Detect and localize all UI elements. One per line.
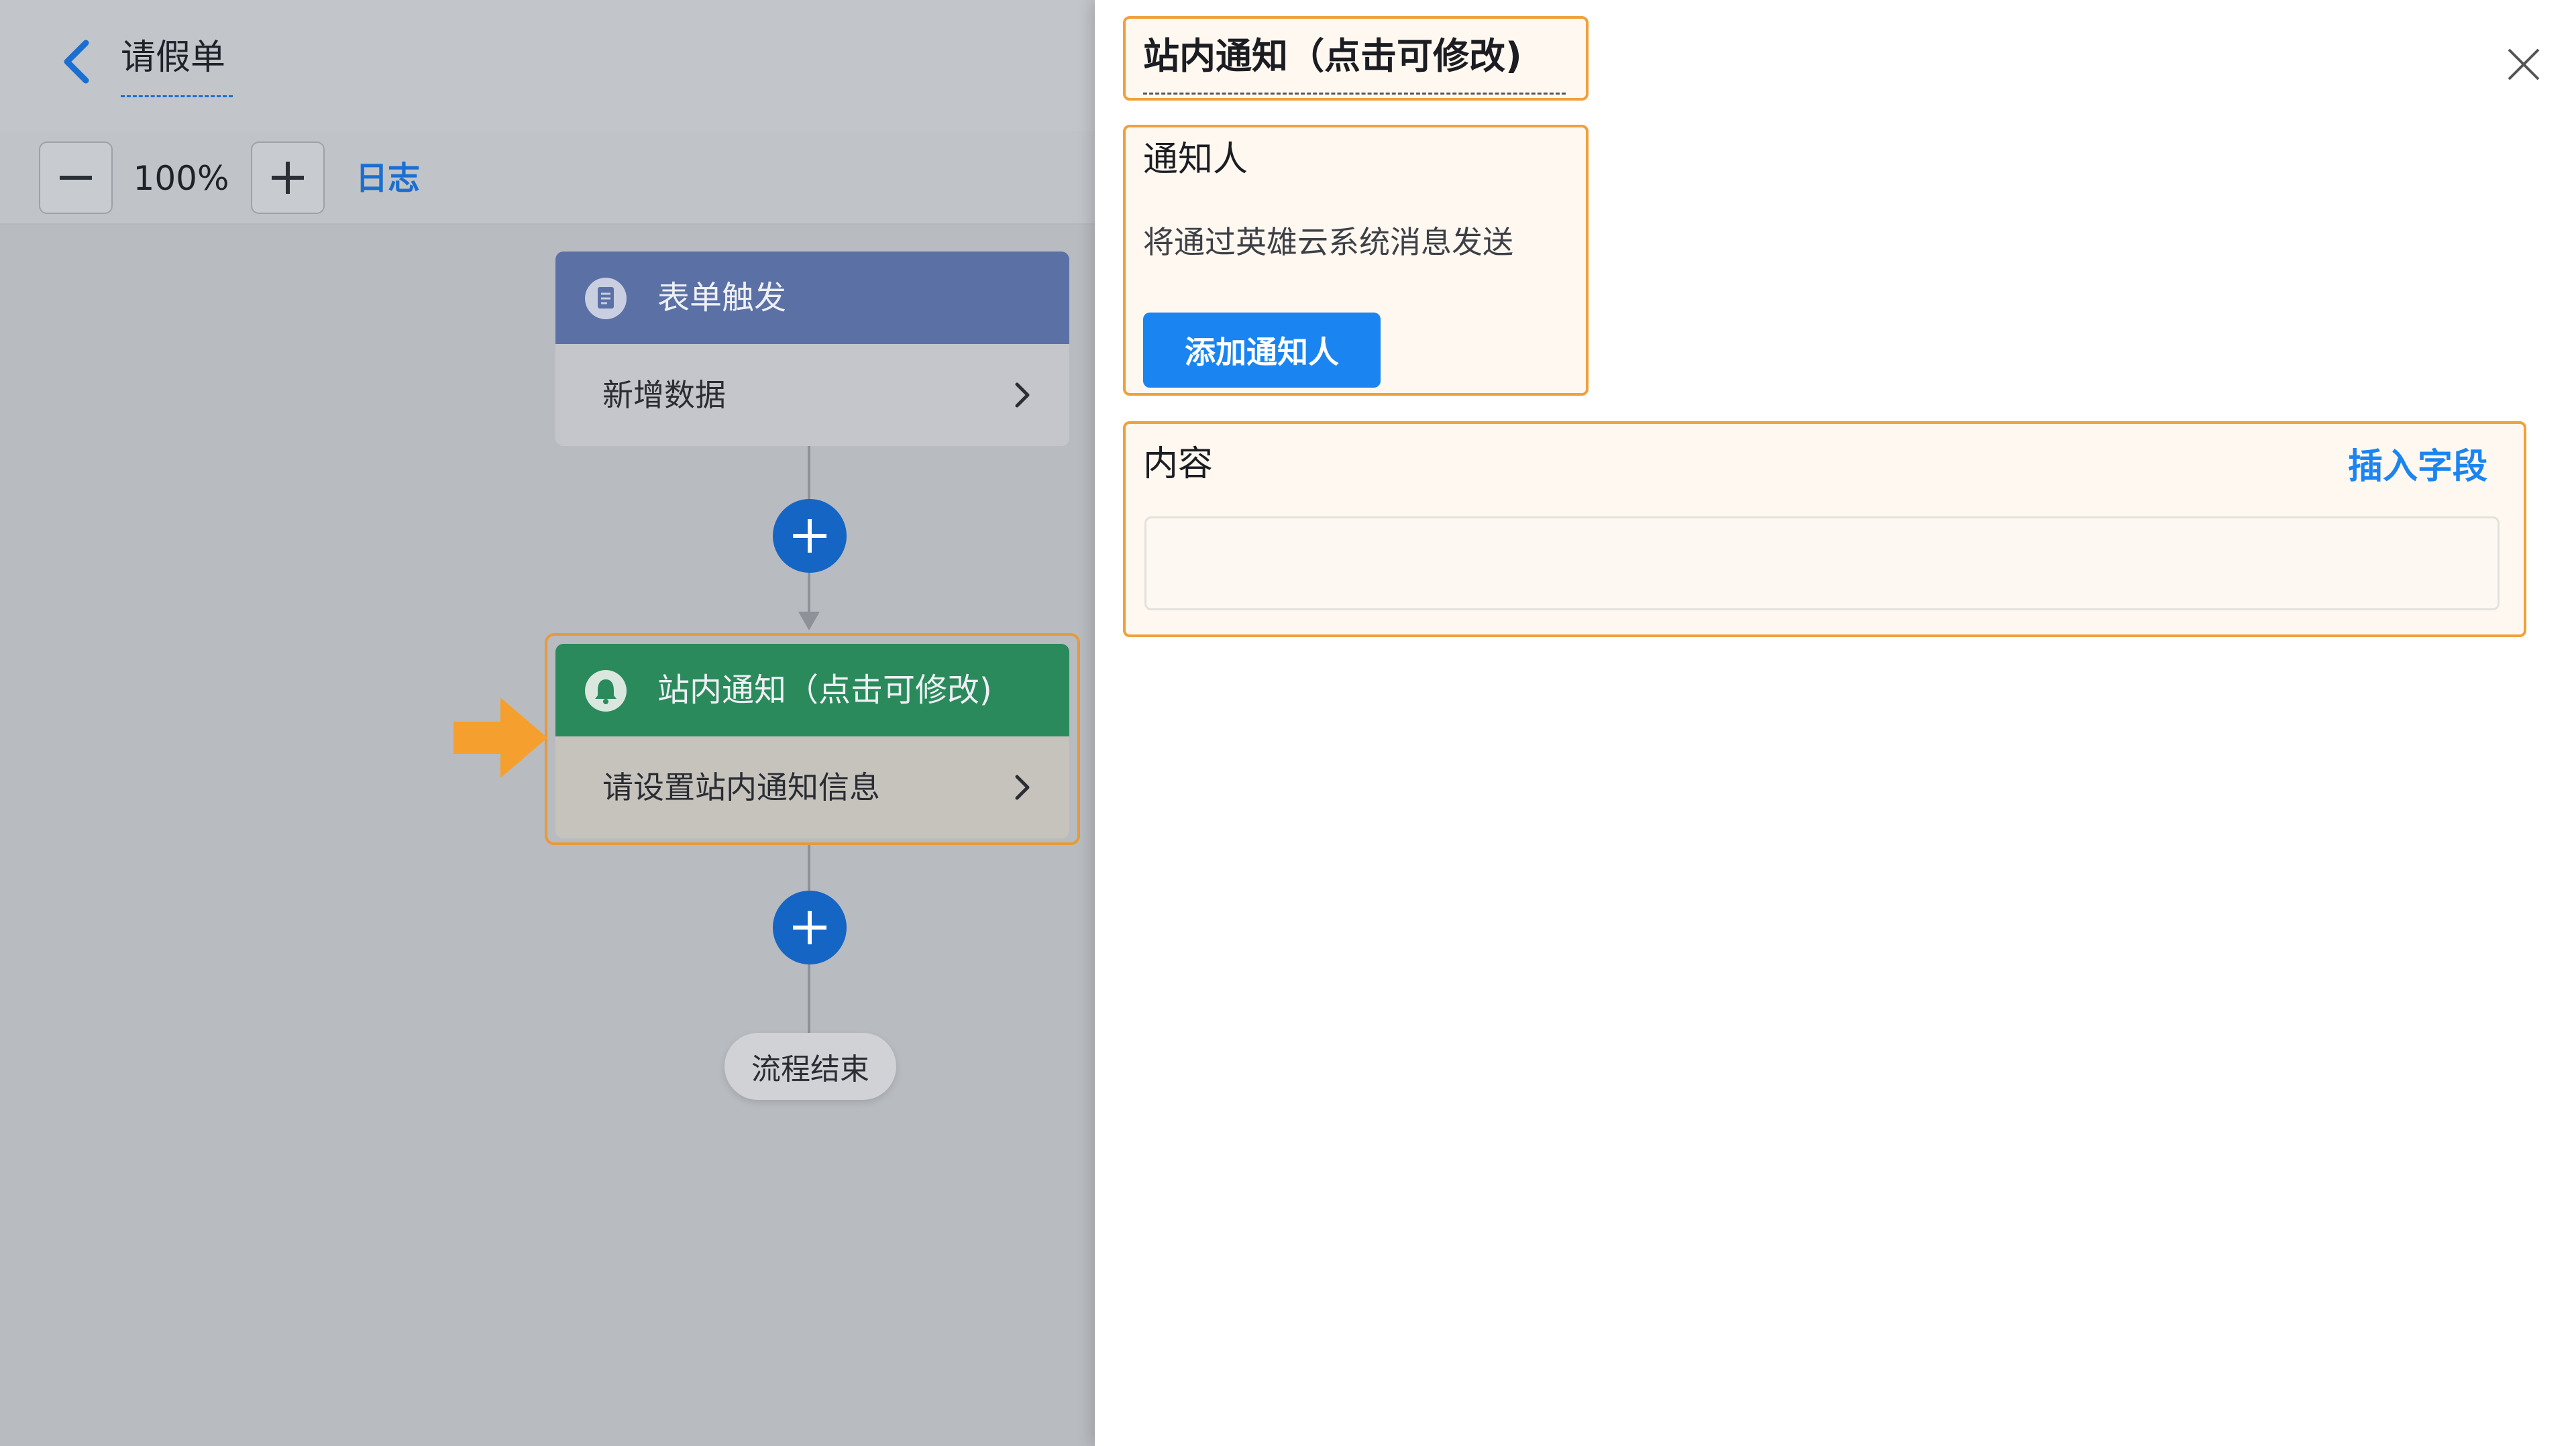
back-arrow-icon[interactable] xyxy=(54,35,101,89)
flow-end-node: 流程结束 xyxy=(724,1033,896,1100)
trigger-node[interactable]: 表单触发 新增数据 xyxy=(555,252,1069,446)
title-underline xyxy=(121,95,233,97)
bell-icon xyxy=(585,670,627,712)
content-label: 内容 xyxy=(1143,444,1214,484)
chevron-right-icon xyxy=(1015,382,1030,408)
notifier-label: 通知人 xyxy=(1143,140,1248,180)
flow-end-label: 流程结束 xyxy=(751,1052,869,1087)
content-input[interactable] xyxy=(1144,516,2500,610)
panel-title[interactable]: 站内通知（点击可修改) xyxy=(1143,30,1522,83)
connector-line xyxy=(808,573,810,614)
panel-title-underline xyxy=(1143,93,1566,95)
insert-field-link[interactable]: 插入字段 xyxy=(2348,440,2487,494)
notify-node-title: 站内通知（点击可修改) xyxy=(657,671,992,709)
zoom-level: 100% xyxy=(133,159,229,198)
plus-icon xyxy=(252,143,323,213)
trigger-node-body[interactable]: 新增数据 xyxy=(555,344,1069,446)
pointer-arrow-icon xyxy=(453,698,547,778)
notify-node[interactable]: 站内通知（点击可修改) 请设置站内通知信息 xyxy=(555,644,1069,838)
notifier-description: 将通过英雄云系统消息发送 xyxy=(1143,224,1513,260)
add-step-button[interactable] xyxy=(773,499,847,573)
form-icon xyxy=(585,278,627,319)
add-notifier-label: 添加通知人 xyxy=(1185,334,1339,370)
close-icon[interactable] xyxy=(2502,43,2545,86)
connector-line xyxy=(808,446,810,506)
zoom-out-button[interactable] xyxy=(39,142,113,214)
plus-icon xyxy=(773,499,847,573)
connector-line xyxy=(808,964,810,1034)
add-step-button[interactable] xyxy=(773,891,847,964)
minus-icon xyxy=(40,143,111,213)
log-link[interactable]: 日志 xyxy=(356,152,420,205)
trigger-node-title: 表单触发 xyxy=(657,279,787,317)
zoom-in-button[interactable] xyxy=(251,142,325,214)
chevron-right-icon xyxy=(1015,775,1030,800)
trigger-node-header: 表单触发 xyxy=(555,252,1069,344)
add-notifier-button[interactable]: 添加通知人 xyxy=(1143,313,1381,388)
notify-node-subtitle: 请设置站内通知信息 xyxy=(602,769,880,805)
plus-icon xyxy=(773,891,847,964)
trigger-node-subtitle: 新增数据 xyxy=(602,377,726,413)
notify-node-body[interactable]: 请设置站内通知信息 xyxy=(555,736,1069,838)
page-title[interactable]: 请假单 xyxy=(121,31,225,85)
notify-node-header: 站内通知（点击可修改) xyxy=(555,644,1069,736)
arrow-down-icon xyxy=(798,612,820,630)
